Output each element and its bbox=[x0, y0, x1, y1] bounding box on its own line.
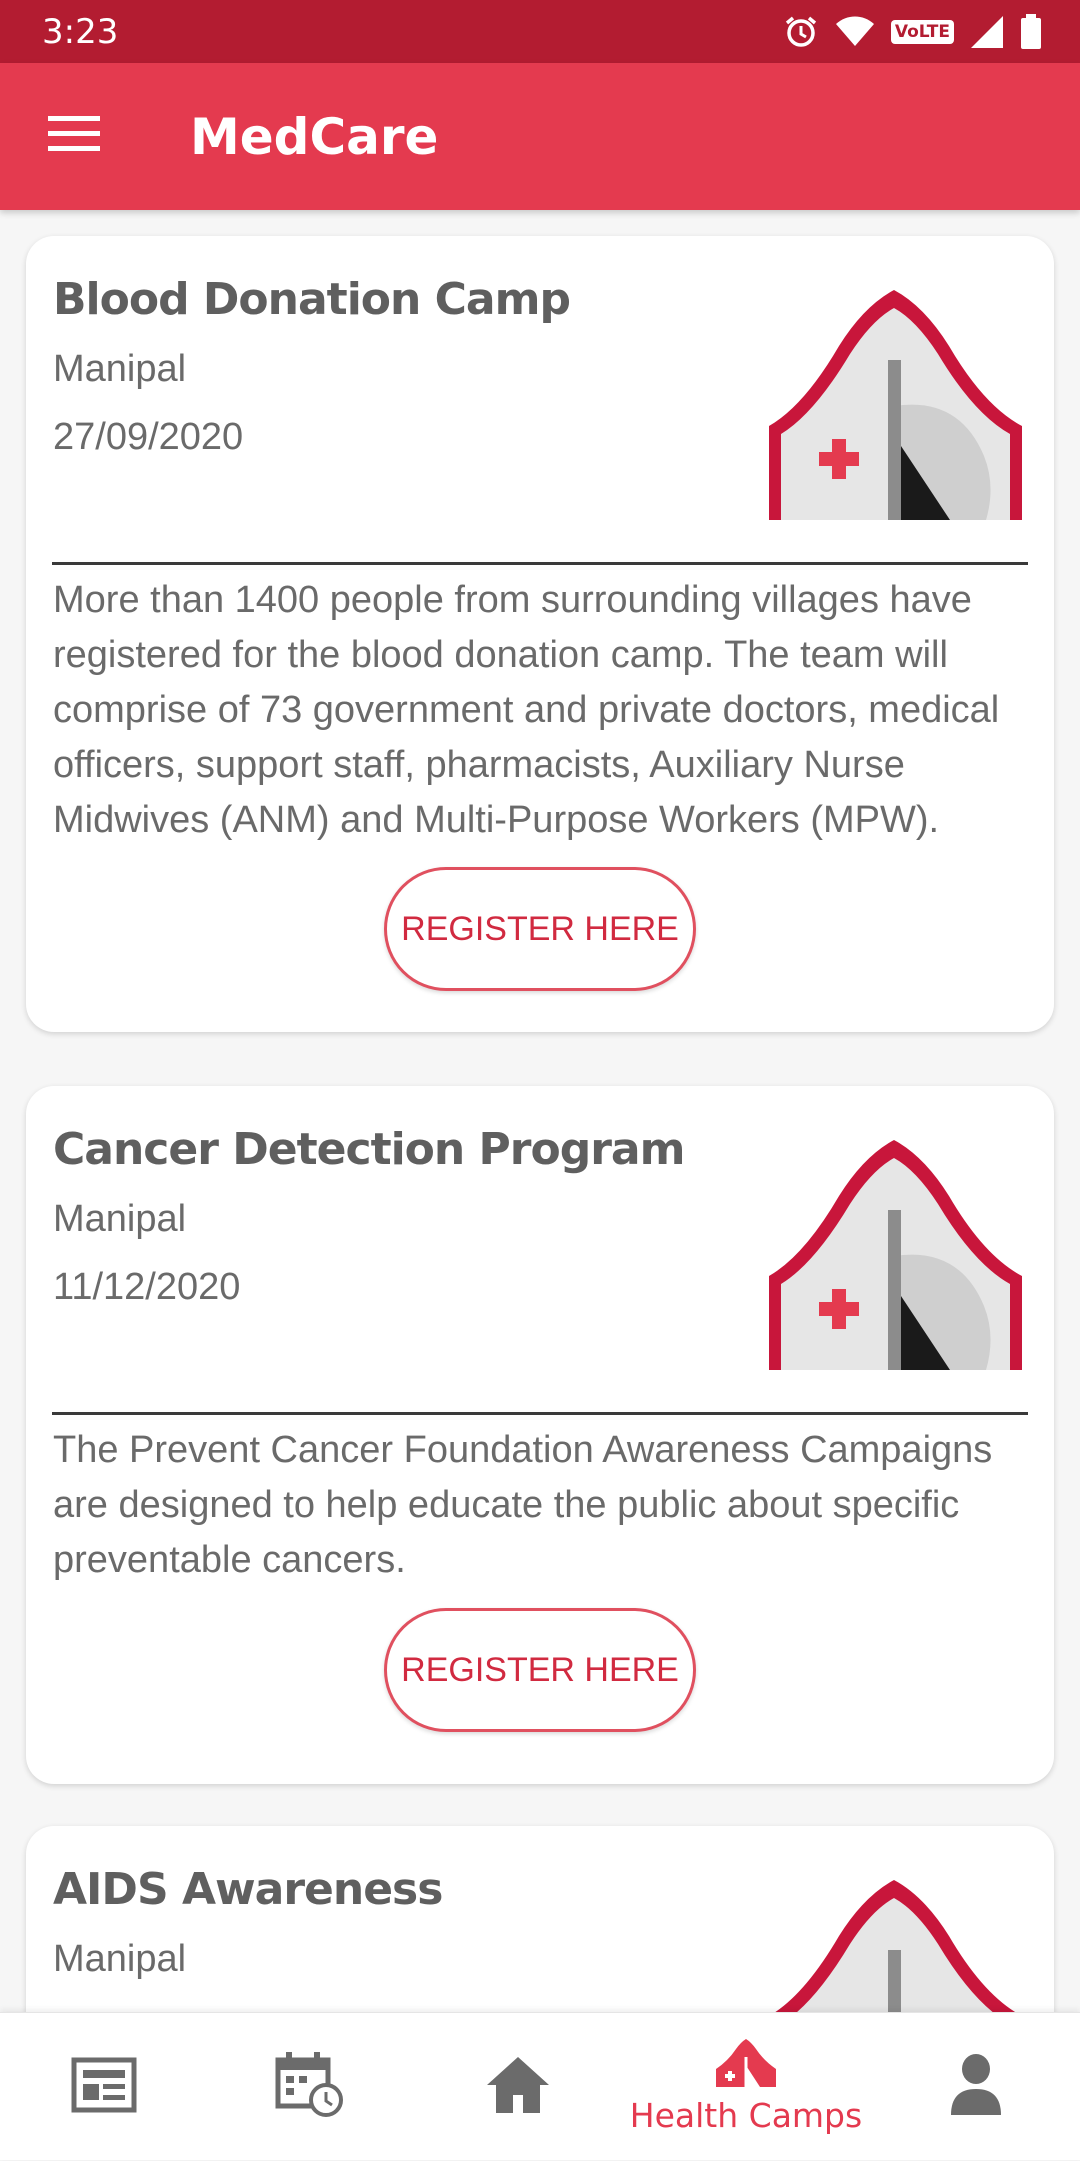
nav-home[interactable] bbox=[418, 2013, 618, 2161]
health-camps-tent-icon bbox=[714, 2039, 778, 2094]
wifi-icon bbox=[835, 16, 875, 48]
volte-icon: VoLTE bbox=[890, 19, 954, 44]
signal-icon bbox=[970, 15, 1004, 49]
camp-card: Cancer Detection Program Manipal 11/12/2… bbox=[26, 1086, 1054, 1784]
bottom-navigation: Health Camps bbox=[0, 2012, 1080, 2160]
camp-list[interactable]: Blood Donation Camp Manipal 27/09/2020 M… bbox=[0, 210, 1080, 2012]
nav-label-health-camps: Health Camps bbox=[629, 2096, 863, 2135]
camp-description: More than 1400 people from surrounding v… bbox=[53, 579, 1000, 841]
card-divider bbox=[52, 562, 1028, 565]
camp-date: 27/09/2020 bbox=[53, 416, 244, 458]
register-button[interactable]: REGISTER HERE bbox=[384, 867, 696, 991]
card-divider bbox=[52, 1412, 1028, 1415]
camp-title: Cancer Detection Program bbox=[53, 1124, 685, 1175]
camp-title: Blood Donation Camp bbox=[53, 274, 571, 325]
camp-title: AIDS Awareness bbox=[53, 1864, 443, 1915]
medical-tent-icon bbox=[764, 286, 1028, 524]
camp-location: Manipal bbox=[53, 1938, 187, 1980]
profile-icon bbox=[950, 2053, 1002, 2122]
camp-location: Manipal bbox=[53, 348, 187, 390]
home-icon bbox=[485, 2055, 551, 2120]
calendar-clock-icon bbox=[274, 2051, 346, 2123]
nav-appointments[interactable] bbox=[210, 2013, 410, 2161]
register-button[interactable]: REGISTER HERE bbox=[384, 1608, 696, 1732]
medical-tent-icon bbox=[764, 1876, 1028, 2012]
volte-label: VoLTE bbox=[894, 21, 950, 42]
status-time: 3:23 bbox=[42, 11, 119, 52]
medical-tent-icon bbox=[764, 1136, 1028, 1374]
nav-news[interactable] bbox=[4, 2013, 204, 2161]
app-bar: MedCare bbox=[0, 63, 1080, 210]
camp-card: Blood Donation Camp Manipal 27/09/2020 M… bbox=[26, 236, 1054, 1032]
status-icons: VoLTE bbox=[783, 13, 1042, 50]
alarm-icon bbox=[783, 14, 819, 50]
app-title: MedCare bbox=[190, 107, 439, 166]
news-icon bbox=[71, 2057, 137, 2118]
camp-date: 11/12/2020 bbox=[53, 1266, 241, 1308]
hamburger-menu-icon bbox=[48, 116, 100, 157]
camp-location: Manipal bbox=[53, 1198, 187, 1240]
battery-icon bbox=[1020, 13, 1042, 50]
camp-card: AIDS Awareness Manipal bbox=[26, 1826, 1054, 2012]
menu-button[interactable] bbox=[0, 63, 150, 210]
camp-description: The Prevent Cancer Foundation Awareness … bbox=[53, 1429, 993, 1581]
status-bar: 3:23 VoLTE bbox=[0, 0, 1080, 63]
nav-profile[interactable] bbox=[876, 2013, 1076, 2161]
nav-health-camps[interactable]: Health Camps bbox=[630, 2013, 862, 2161]
